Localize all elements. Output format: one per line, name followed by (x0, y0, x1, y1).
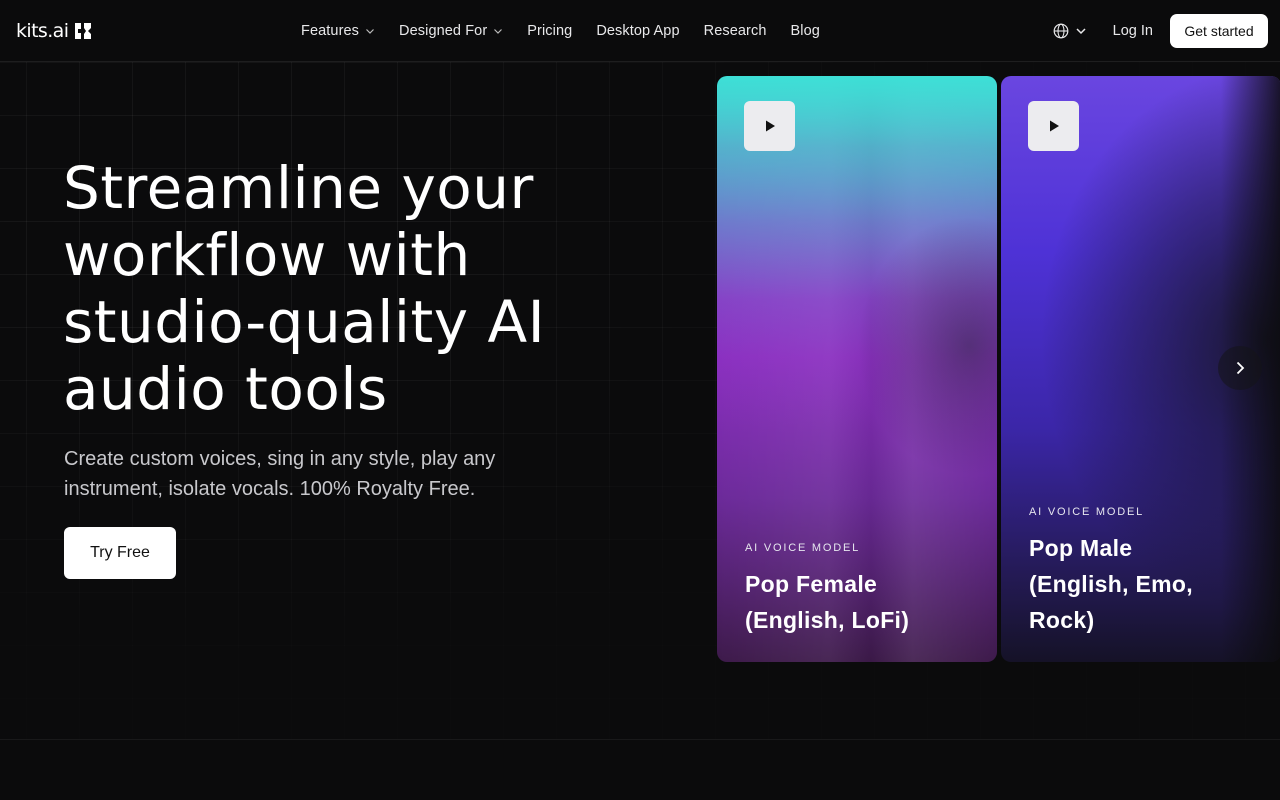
next-section (0, 739, 1280, 800)
top-navbar: kits.ai Features Designed For Pricing De… (0, 0, 1280, 62)
carousel-next-button[interactable] (1218, 346, 1262, 390)
card-tag: AI VOICE MODEL (1029, 506, 1145, 518)
hero-title: Streamline your workflow with studio-qua… (63, 154, 546, 423)
play-icon (1049, 120, 1059, 132)
nav-designed-for[interactable]: Designed For (399, 23, 503, 39)
play-icon (765, 120, 775, 132)
chevron-down-icon (1076, 28, 1086, 35)
nav-research[interactable]: Research (704, 23, 767, 39)
nav-features-label: Features (301, 23, 360, 39)
try-free-button[interactable]: Try Free (64, 527, 176, 579)
logo[interactable]: kits.ai (16, 20, 92, 42)
nav-designed-for-label: Designed For (399, 23, 488, 39)
chevron-right-icon (1236, 361, 1245, 375)
card-shade (857, 216, 997, 476)
hero-subtitle: Create custom voices, sing in any style,… (64, 448, 496, 500)
header-actions: Log In Get started (1053, 0, 1268, 62)
voice-card[interactable]: AI VOICE MODEL Pop Female (English, LoFi… (717, 76, 997, 662)
get-started-button[interactable]: Get started (1170, 14, 1268, 48)
play-button[interactable] (744, 101, 795, 151)
card-title: Pop Male (English, Emo, Rock) (1029, 535, 1193, 633)
chevron-down-icon (494, 29, 503, 34)
main-nav: Features Designed For Pricing Desktop Ap… (301, 0, 820, 62)
card-tag: AI VOICE MODEL (745, 542, 861, 554)
nav-features[interactable]: Features (301, 23, 375, 39)
kits-logo-icon (75, 23, 92, 39)
nav-blog[interactable]: Blog (791, 23, 820, 39)
globe-icon (1053, 23, 1069, 39)
voice-model-carousel: AI VOICE MODEL Pop Female (English, LoFi… (717, 76, 1280, 662)
logo-text: kits.ai (16, 20, 69, 42)
language-selector[interactable] (1053, 23, 1087, 39)
nav-pricing[interactable]: Pricing (527, 23, 572, 39)
play-button[interactable] (1028, 101, 1079, 151)
chevron-down-icon (366, 29, 374, 34)
login-link[interactable]: Log In (1113, 23, 1153, 39)
nav-desktop-app[interactable]: Desktop App (596, 23, 679, 39)
card-title: Pop Female (English, LoFi) (745, 571, 910, 633)
